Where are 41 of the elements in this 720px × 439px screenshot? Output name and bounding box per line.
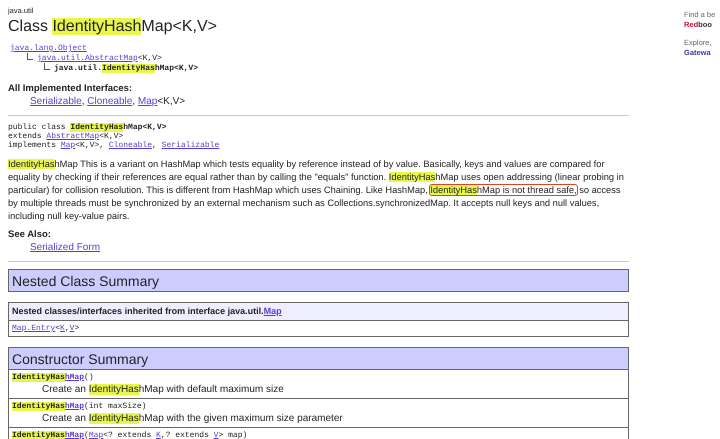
tree-connector [27,53,33,60]
constructor-signature: IdentityHashMap() [12,373,95,382]
tree-connector [44,63,50,70]
link[interactable]: hMap [64,431,84,439]
interface-list: Serializable, Cloneable, Map<K,V> [30,96,629,108]
link[interactable]: K [156,431,161,439]
link[interactable]: Serialized Form [30,242,100,253]
link[interactable]: V [70,324,74,333]
summary-header: Constructor Summary [9,348,628,370]
declaration-line: public class IdentityHashMap<K,V> [8,123,168,132]
link[interactable]: java.lang.Object [10,44,87,53]
link[interactable]: K [60,324,65,333]
link[interactable]: Map [88,431,104,439]
link[interactable]: hMap [64,402,84,411]
link[interactable]: Cloneable [108,141,152,150]
link[interactable]: Map [60,141,76,150]
constructor-signature: IdentityHashMap(Map<? extends K,? extends V> map) [12,431,248,439]
constructor-signature: IdentityHashMap(int maxSize) [12,402,148,411]
link[interactable]: Map [138,96,158,107]
link[interactable]: Map.Entry [12,324,56,333]
summary-header: Nested Class Summary [9,270,628,291]
section-heading: All Implemented Interfaces: [8,83,134,95]
link[interactable]: Cloneable [87,96,132,107]
table-cell-text: Map.Entry<K,V> [12,324,80,333]
link[interactable]: hMap [64,373,84,382]
declaration-line: implements Map<K,V>, Cloneable, Serializable [8,141,220,150]
link[interactable]: Serializable [162,141,220,150]
constructor-description: Create an IdentityHashMap with the given maximum size parameter [41,413,344,425]
link[interactable]: V [214,431,218,439]
link[interactable]: Serializable [30,96,82,107]
link[interactable]: Map [264,306,282,316]
class-hierarchy-entry: java.util.AbstractMap<K,V> [37,54,162,63]
class-description: IdentityHashMap This is a variant on HashMap which tests equality by reference instead of by value. Basically, keys and values are compared for equality by checking if their references are equal rather than by calling the "equals" function. IdentityHashMap uses open addressing (linear probing in particular) for collision resolution. This is different from HashMap which uses Chaining. Like HashMap, IdentityHashMap is not thread safe, so access by multiple threads must be synchronized by an external mechanism such as Collections.synchronizedMap. It accepts null keys and null values, including null key-value pairs. [8,158,625,223]
class-hierarchy-entry: java.util.IdentityHashMap<K,V> [54,64,198,73]
link[interactable]: java.util.AbstractMap [37,54,138,63]
link[interactable]: AbstractMap [46,132,100,141]
class-title: Class IdentityHashMap<K,V> [8,18,218,36]
declaration-line: extends AbstractMap<K,V> [8,132,124,141]
table-header: Nested classes/interfaces inherited from interface java.util.Map [9,303,628,321]
section-heading: See Also: [8,229,52,241]
constructor-description: Create an IdentityHashMap with default maximum size [41,384,285,396]
